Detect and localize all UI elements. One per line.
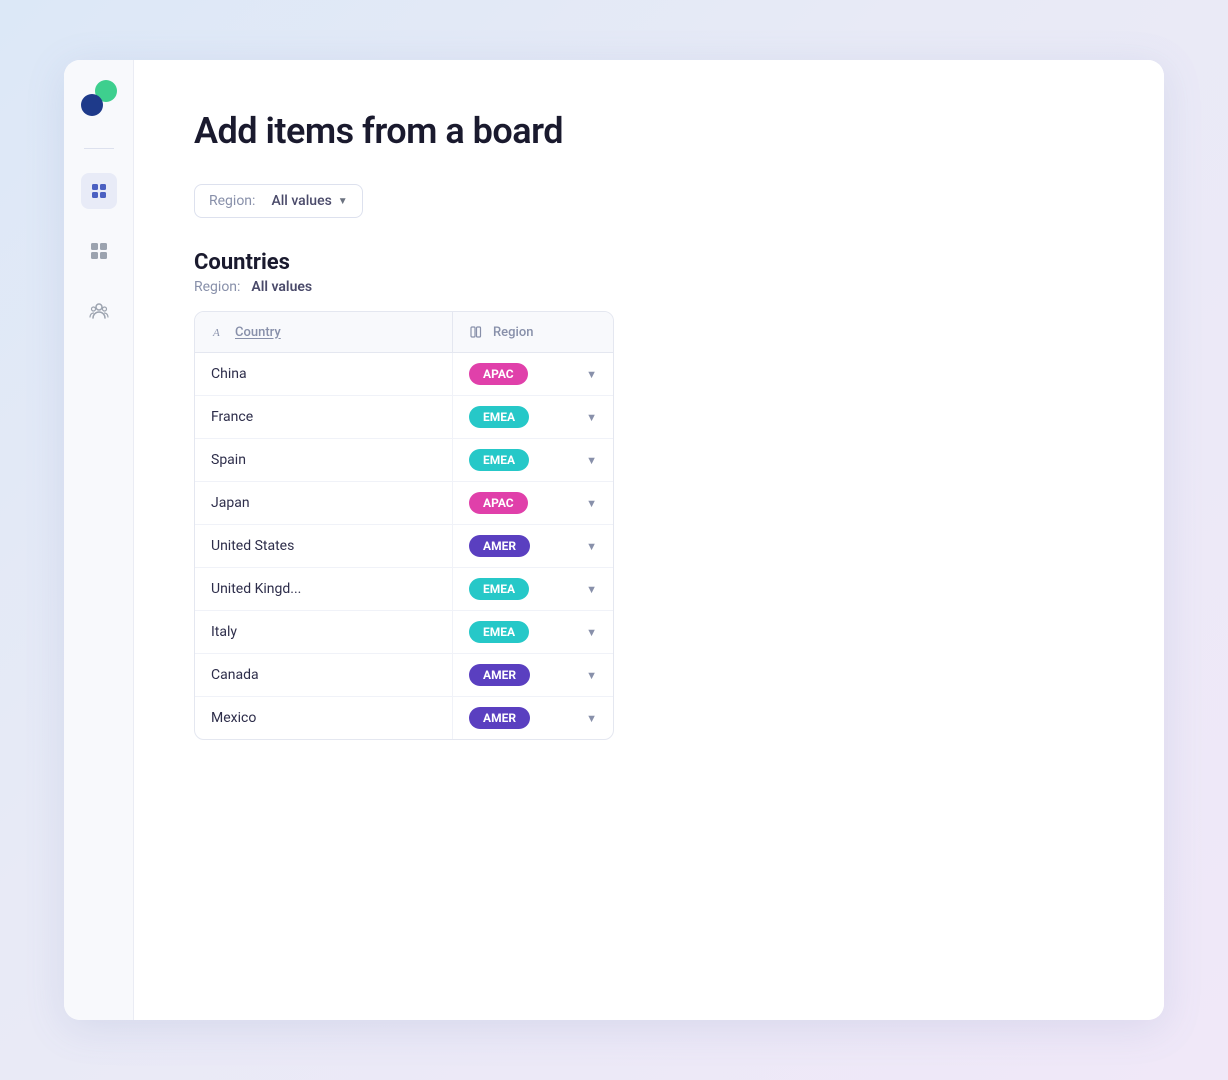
main-content: Add items from a board Region: All value…	[134, 60, 1164, 1020]
td-region: EMEA ▼	[453, 611, 613, 653]
td-region: EMEA ▼	[453, 396, 613, 438]
region-badge: EMEA	[469, 406, 529, 428]
board-subtitle: Region: All values	[194, 279, 1104, 295]
th-country-label: Country	[235, 325, 281, 340]
table-row: Japan APAC ▼	[195, 482, 613, 525]
region-badge: AMER	[469, 664, 530, 686]
table-row: United Kingd... EMEA ▼	[195, 568, 613, 611]
td-region: AMER ▼	[453, 697, 613, 739]
region-badge: EMEA	[469, 449, 529, 471]
filter-label: Region:	[209, 193, 255, 209]
column-icon	[469, 324, 485, 340]
sidebar-item-board[interactable]	[81, 173, 117, 209]
table-row: Canada AMER ▼	[195, 654, 613, 697]
td-region: EMEA ▼	[453, 568, 613, 610]
row-chevron-icon[interactable]: ▼	[586, 368, 597, 381]
th-country: A Country	[195, 312, 453, 352]
td-region: APAC ▼	[453, 353, 613, 395]
table-header: A Country Region	[195, 312, 613, 353]
row-chevron-icon[interactable]: ▼	[586, 669, 597, 682]
team-icon	[89, 301, 109, 321]
td-country: United Kingd...	[195, 568, 453, 610]
board-icon	[89, 181, 109, 201]
filter-bar: Region: All values ▼	[194, 184, 1104, 218]
board-subtitle-label: Region:	[194, 279, 240, 295]
td-country: Japan	[195, 482, 453, 524]
table-row: Italy EMEA ▼	[195, 611, 613, 654]
chevron-down-icon: ▼	[338, 196, 348, 207]
region-badge: APAC	[469, 492, 528, 514]
sidebar-divider	[84, 148, 114, 149]
td-country: Italy	[195, 611, 453, 653]
table-row: France EMEA ▼	[195, 396, 613, 439]
sidebar-item-team[interactable]	[81, 293, 117, 329]
region-badge: AMER	[469, 535, 530, 557]
td-country: United States	[195, 525, 453, 567]
board-section: Countries Region: All values A Co	[194, 250, 1104, 740]
th-region: Region	[453, 312, 613, 352]
row-chevron-icon[interactable]: ▼	[586, 540, 597, 553]
td-region: APAC ▼	[453, 482, 613, 524]
logo-blue-circle	[81, 94, 103, 116]
td-region: AMER ▼	[453, 525, 613, 567]
td-country: France	[195, 396, 453, 438]
region-filter-dropdown[interactable]: Region: All values ▼	[194, 184, 363, 218]
table-row: United States AMER ▼	[195, 525, 613, 568]
app-container: Add items from a board Region: All value…	[64, 60, 1164, 1020]
region-badge: AMER	[469, 707, 530, 729]
table-row: China APAC ▼	[195, 353, 613, 396]
row-chevron-icon[interactable]: ▼	[586, 626, 597, 639]
td-country: China	[195, 353, 453, 395]
sidebar	[64, 60, 134, 1020]
region-badge: EMEA	[469, 621, 529, 643]
data-table: A Country Region	[194, 311, 614, 740]
board-subtitle-value: All values	[251, 279, 312, 295]
td-country: Mexico	[195, 697, 453, 739]
apps-icon	[89, 241, 109, 261]
row-chevron-icon[interactable]: ▼	[586, 454, 597, 467]
sidebar-item-apps[interactable]	[81, 233, 117, 269]
page-title: Add items from a board	[194, 110, 1104, 152]
table-row: Mexico AMER ▼	[195, 697, 613, 739]
region-badge: EMEA	[469, 578, 529, 600]
filter-value: All values	[271, 193, 331, 209]
th-region-label: Region	[493, 325, 533, 340]
td-region: AMER ▼	[453, 654, 613, 696]
table-body: China APAC ▼ France EMEA ▼ Spain EMEA ▼ …	[195, 353, 613, 739]
table-row: Spain EMEA ▼	[195, 439, 613, 482]
row-chevron-icon[interactable]: ▼	[586, 497, 597, 510]
app-logo	[81, 80, 117, 116]
td-country: Spain	[195, 439, 453, 481]
board-title: Countries	[194, 250, 1104, 275]
td-region: EMEA ▼	[453, 439, 613, 481]
td-country: Canada	[195, 654, 453, 696]
text-column-icon: A	[211, 324, 227, 340]
row-chevron-icon[interactable]: ▼	[586, 411, 597, 424]
svg-text:A: A	[212, 327, 220, 339]
row-chevron-icon[interactable]: ▼	[586, 712, 597, 725]
row-chevron-icon[interactable]: ▼	[586, 583, 597, 596]
region-badge: APAC	[469, 363, 528, 385]
